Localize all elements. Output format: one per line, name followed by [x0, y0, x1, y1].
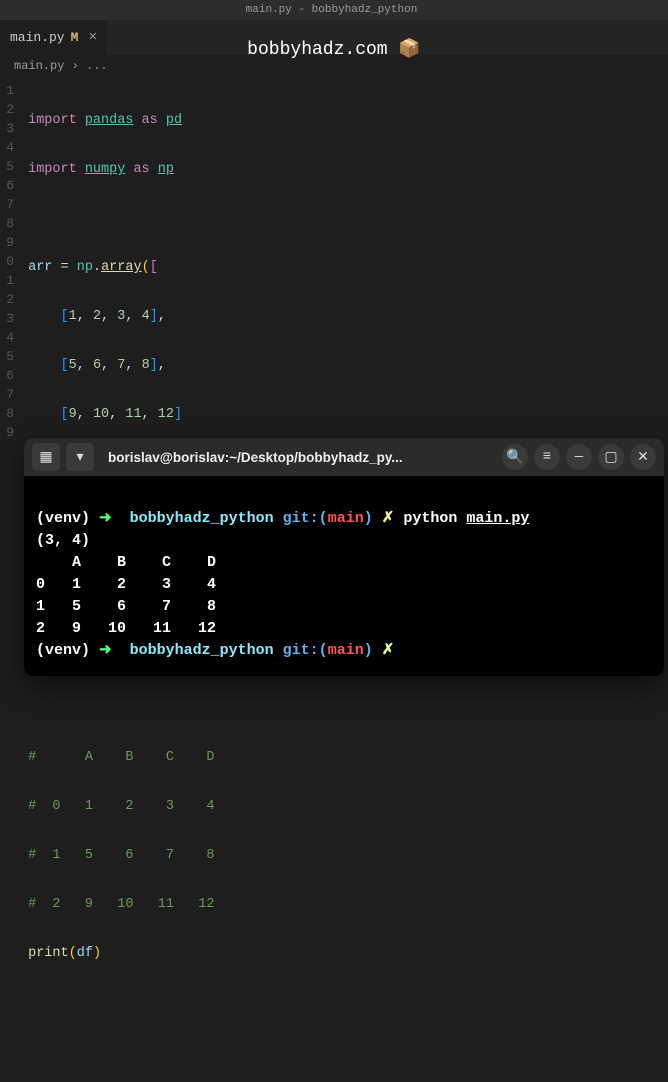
breadcrumb-rest: ... — [86, 59, 108, 73]
line-gutter: 123 456 789 012 345 678 9 — [0, 81, 20, 1042]
new-tab-button[interactable]: ▦ — [32, 443, 60, 471]
modified-indicator: M — [71, 30, 79, 45]
code-line — [20, 209, 668, 228]
code-line: [1, 2, 3, 4], — [20, 307, 668, 326]
code-line: import pandas as pd — [20, 111, 668, 130]
close-icon[interactable]: × — [88, 29, 97, 46]
code-line: arr = np.array([ — [20, 258, 668, 277]
watermark-text: bobbyhadz.com 📦 — [247, 40, 421, 60]
code-line: # 2 9 10 11 12 — [20, 895, 668, 914]
terminal-body[interactable]: (venv) ➜ bobbyhadz_python git:(main) ✗ p… — [24, 476, 664, 676]
search-button[interactable]: 🔍 — [502, 444, 528, 470]
breadcrumb-file: main.py — [14, 59, 64, 73]
chevron-right-icon: › — [72, 59, 79, 73]
minimize-icon: — — [575, 449, 583, 465]
code-line: # A B C D — [20, 748, 668, 767]
code-line — [20, 699, 668, 718]
close-button[interactable]: ✕ — [630, 444, 656, 470]
tab-filename: main.py — [10, 30, 65, 45]
code-line: # 0 1 2 3 4 — [20, 797, 668, 816]
watermark-label: bobbyhadz.com 📦 — [247, 38, 421, 60]
terminal-title: borislav@borislav:~/Desktop/bobbyhadz_py… — [100, 450, 496, 465]
tab-main-py[interactable]: main.py M × — [0, 20, 108, 55]
search-icon: 🔍 — [506, 449, 523, 466]
code-line: [9, 10, 11, 12] — [20, 405, 668, 424]
maximize-button[interactable]: ▢ — [598, 444, 624, 470]
code-line — [20, 993, 668, 1012]
app-title: main.py - bobbyhadz_python — [246, 4, 418, 16]
maximize-icon: ▢ — [604, 449, 617, 466]
dropdown-button[interactable]: ▾ — [66, 443, 94, 471]
menu-button[interactable]: ≡ — [534, 444, 560, 470]
app-title-bar: main.py - bobbyhadz_python — [0, 0, 668, 20]
terminal-titlebar[interactable]: ▦ ▾ borislav@borislav:~/Desktop/bobbyhad… — [24, 438, 664, 476]
chevron-down-icon: ▾ — [76, 449, 83, 466]
minimize-button[interactable]: — — [566, 444, 592, 470]
code-line: [5, 6, 7, 8], — [20, 356, 668, 375]
code-line: print(df) — [20, 944, 668, 963]
close-icon: ✕ — [637, 449, 649, 466]
menu-icon: ≡ — [543, 449, 551, 465]
code-line: # 1 5 6 7 8 — [20, 846, 668, 865]
terminal-window: ▦ ▾ borislav@borislav:~/Desktop/bobbyhad… — [24, 438, 664, 676]
code-line: import numpy as np — [20, 160, 668, 179]
